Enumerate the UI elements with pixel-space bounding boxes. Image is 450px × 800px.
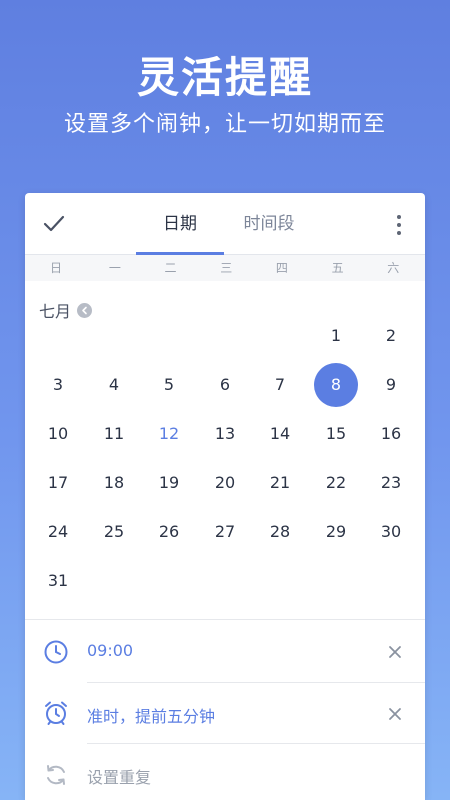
close-icon[interactable] xyxy=(387,706,403,722)
alarm-clock-icon xyxy=(43,700,69,726)
weekday-wed: 三 xyxy=(220,261,233,275)
confirm-check-icon[interactable] xyxy=(41,212,67,236)
tab-date[interactable]: 日期 xyxy=(136,193,224,255)
calendar-day[interactable]: 13 xyxy=(203,412,247,456)
weekday-sun: 日 xyxy=(49,261,62,275)
calendar-day[interactable]: 29 xyxy=(314,510,358,554)
calendar-day[interactable]: 30 xyxy=(369,510,413,554)
month-name: 七月 xyxy=(39,302,72,321)
more-vert-icon[interactable] xyxy=(387,213,411,237)
divider xyxy=(25,619,425,620)
calendar-day[interactable]: 5 xyxy=(147,363,191,407)
alarm-setting[interactable]: 准时，提前五分钟 xyxy=(87,703,215,727)
weekday-tue: 二 xyxy=(164,261,177,275)
hero-title: 灵活提醒 xyxy=(136,53,313,102)
weekday-thu: 四 xyxy=(275,261,288,275)
calendar-day[interactable]: 21 xyxy=(258,461,302,505)
calendar-day[interactable]: 3 xyxy=(36,363,80,407)
calendar-day[interactable]: 15 xyxy=(314,412,358,456)
weekday-fri: 五 xyxy=(331,261,344,275)
calendar-day[interactable]: 17 xyxy=(36,461,80,505)
calendar-day[interactable]: 27 xyxy=(203,510,247,554)
calendar-day[interactable]: 18 xyxy=(92,461,136,505)
calendar-day[interactable]: 25 xyxy=(92,510,136,554)
clock-icon xyxy=(43,639,69,665)
calendar-day[interactable]: 19 xyxy=(147,461,191,505)
calendar-day[interactable]: 11 xyxy=(92,412,136,456)
weekday-header: 日一二三四五六 xyxy=(25,255,425,281)
calendar-day[interactable]: 9 xyxy=(369,363,413,407)
calendar-day[interactable]: 31 xyxy=(36,559,80,603)
calendar-day[interactable]: 1 xyxy=(314,314,358,358)
calendar-day[interactable]: 24 xyxy=(36,510,80,554)
calendar-day[interactable]: 22 xyxy=(314,461,358,505)
calendar-day[interactable]: 10 xyxy=(36,412,80,456)
repeat-icon xyxy=(43,762,69,788)
weekday-sat: 六 xyxy=(387,261,400,275)
calendar-day[interactable]: 16 xyxy=(369,412,413,456)
calendar-day[interactable]: 26 xyxy=(147,510,191,554)
divider xyxy=(87,743,425,744)
calendar-day[interactable]: 23 xyxy=(369,461,413,505)
hero-subtitle: 设置多个闹钟，让一切如期而至 xyxy=(63,112,386,137)
calendar-day[interactable]: 7 xyxy=(258,363,302,407)
month-label: 七月 xyxy=(39,298,93,322)
reminder-time[interactable]: 09:00 xyxy=(87,641,133,660)
chevron-left-icon[interactable] xyxy=(77,302,93,318)
calendar-day[interactable]: 4 xyxy=(92,363,136,407)
calendar-day[interactable]: 12 xyxy=(147,412,191,456)
calendar-day[interactable]: 2 xyxy=(369,314,413,358)
divider xyxy=(87,682,425,683)
calendar-day-selected[interactable]: 8 xyxy=(314,363,358,407)
calendar-day[interactable]: 6 xyxy=(203,363,247,407)
tab-time-period[interactable]: 时间段 xyxy=(225,193,313,255)
calendar-day[interactable]: 28 xyxy=(258,510,302,554)
calendar-day[interactable]: 20 xyxy=(203,461,247,505)
calendar-day[interactable]: 14 xyxy=(258,412,302,456)
close-icon[interactable] xyxy=(387,644,403,660)
weekday-mon: 一 xyxy=(108,261,121,275)
set-repeat[interactable]: 设置重复 xyxy=(87,764,151,788)
card-toolbar: 日期 时间段 xyxy=(25,193,425,255)
reminder-card: 日期 时间段 日一二三四五六 七月 1 2 3 4 5 6 7 8 9 10 11 12 13 14 15 1… xyxy=(25,193,425,800)
